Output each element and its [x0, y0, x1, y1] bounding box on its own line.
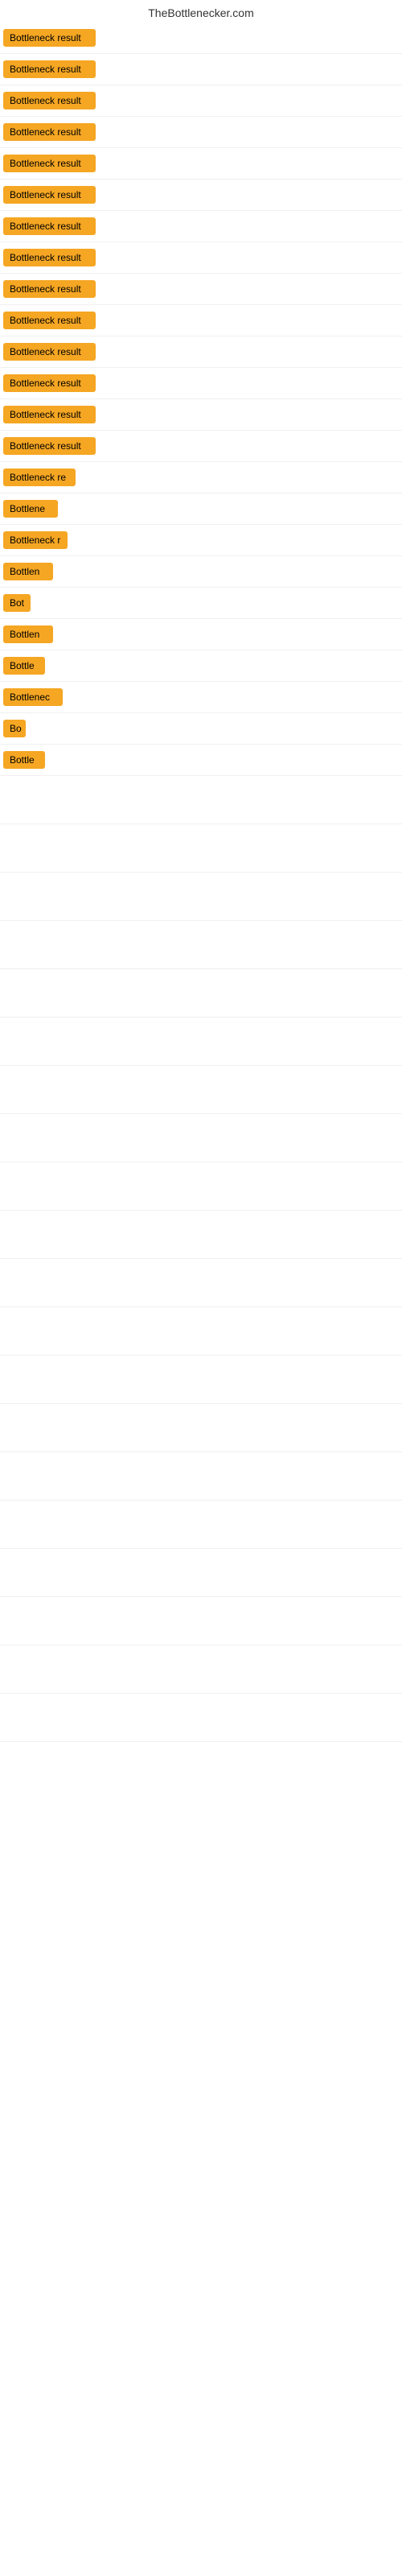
empty-row [0, 1211, 402, 1259]
bottleneck-badge[interactable]: Bottleneck result [3, 406, 96, 423]
result-row[interactable]: Bottleneck result [0, 85, 402, 117]
empty-row [0, 921, 402, 969]
bottleneck-badge[interactable]: Bottleneck r [3, 531, 68, 549]
result-row[interactable]: Bot [0, 588, 402, 619]
result-row[interactable]: Bottle [0, 650, 402, 682]
bottleneck-badge[interactable]: Bottleneck result [3, 123, 96, 141]
bottleneck-badge[interactable]: Bottlen [3, 563, 53, 580]
bottleneck-badge[interactable]: Bottleneck result [3, 249, 96, 266]
result-row[interactable]: Bottleneck result [0, 368, 402, 399]
results-list: Bottleneck result Bottleneck result Bottle… [0, 23, 402, 1742]
bottleneck-badge[interactable]: Bottleneck result [3, 186, 96, 204]
bottleneck-badge[interactable]: Bottle [3, 657, 45, 675]
bottleneck-badge[interactable]: Bottlene [3, 500, 58, 518]
empty-row [0, 1645, 402, 1694]
bottleneck-badge[interactable]: Bo [3, 720, 26, 737]
site-title: TheBottlenecker.com [0, 0, 402, 23]
bottleneck-badge[interactable]: Bottleneck result [3, 437, 96, 455]
bottleneck-badge[interactable]: Bottleneck result [3, 217, 96, 235]
empty-row [0, 1549, 402, 1597]
page-wrapper: TheBottlenecker.com Bottleneck resultBot… [0, 0, 402, 1742]
bottleneck-badge[interactable]: Bottleneck result [3, 155, 96, 172]
empty-row [0, 1597, 402, 1645]
result-row[interactable]: Bottleneck result [0, 242, 402, 274]
bottleneck-badge[interactable]: Bottleneck result [3, 92, 96, 109]
result-row[interactable]: Bottle [0, 745, 402, 776]
bottleneck-badge[interactable]: Bottleneck result [3, 374, 96, 392]
empty-row [0, 824, 402, 873]
empty-row [0, 1356, 402, 1404]
empty-row [0, 1162, 402, 1211]
result-row[interactable]: Bo [0, 713, 402, 745]
result-row[interactable]: Bottleneck result [0, 274, 402, 305]
result-row[interactable]: Bottleneck result [0, 180, 402, 211]
bottleneck-badge[interactable]: Bottlen [3, 625, 53, 643]
result-row[interactable]: Bottleneck result [0, 305, 402, 336]
bottleneck-badge[interactable]: Bottleneck result [3, 60, 96, 78]
empty-row [0, 1694, 402, 1742]
result-row[interactable]: Bottleneck r [0, 525, 402, 556]
result-row[interactable]: Bottleneck result [0, 399, 402, 431]
empty-row [0, 1259, 402, 1307]
result-row[interactable]: Bottleneck result [0, 148, 402, 180]
bottleneck-badge[interactable]: Bottleneck re [3, 469, 76, 486]
result-row[interactable]: Bottlene [0, 493, 402, 525]
bottleneck-badge[interactable]: Bottleneck result [3, 280, 96, 298]
result-row[interactable]: Bottleneck result [0, 431, 402, 462]
empty-row [0, 1404, 402, 1452]
result-row[interactable]: Bottleneck result [0, 23, 402, 54]
bottleneck-badge[interactable]: Bottlenec [3, 688, 63, 706]
empty-row [0, 776, 402, 824]
empty-row [0, 1501, 402, 1549]
empty-row [0, 873, 402, 921]
empty-row [0, 1018, 402, 1066]
bottleneck-badge[interactable]: Bottle [3, 751, 45, 769]
empty-row [0, 1114, 402, 1162]
bottleneck-badge[interactable]: Bot [3, 594, 31, 612]
result-row[interactable]: Bottleneck re [0, 462, 402, 493]
result-row[interactable]: Bottlen [0, 556, 402, 588]
result-row[interactable]: Bottlen [0, 619, 402, 650]
empty-row [0, 1307, 402, 1356]
empty-row [0, 1066, 402, 1114]
result-row[interactable]: Bottleneck result [0, 336, 402, 368]
result-row[interactable]: Bottleneck result [0, 211, 402, 242]
result-row[interactable]: Bottleneck result [0, 54, 402, 85]
empty-row [0, 1452, 402, 1501]
bottleneck-badge[interactable]: Bottleneck result [3, 312, 96, 329]
bottleneck-badge[interactable]: Bottleneck result [3, 343, 96, 361]
bottleneck-badge[interactable]: Bottleneck result [3, 29, 96, 47]
result-row[interactable]: Bottleneck result [0, 117, 402, 148]
empty-row [0, 969, 402, 1018]
result-row[interactable]: Bottlenec [0, 682, 402, 713]
